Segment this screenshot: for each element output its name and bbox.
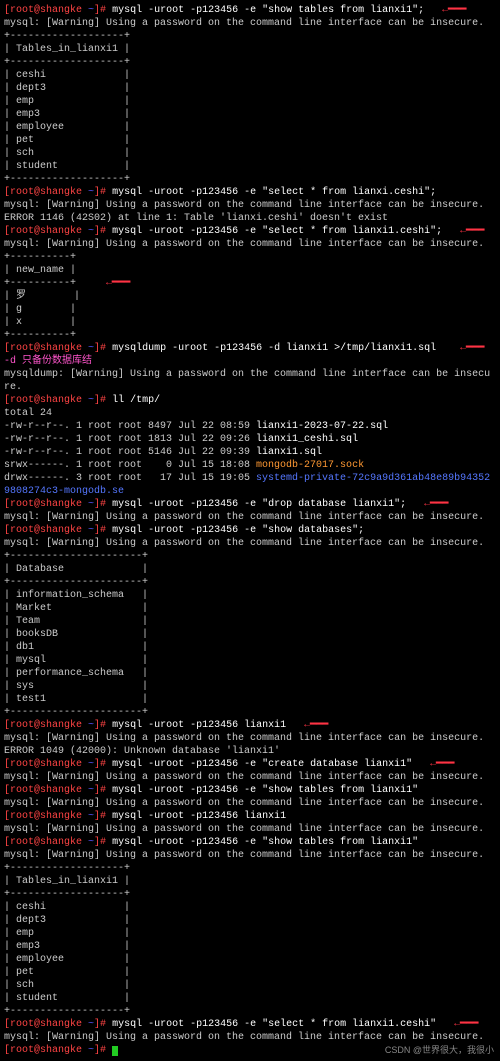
annotation: -d 只备份数据库结	[4, 356, 92, 367]
watermark: CSDN @世界很大，我很小	[385, 1045, 494, 1057]
terminal-output: [root@shangke ~]# mysql -uroot -p123456 …	[4, 4, 496, 1057]
cursor[interactable]	[112, 1046, 118, 1056]
